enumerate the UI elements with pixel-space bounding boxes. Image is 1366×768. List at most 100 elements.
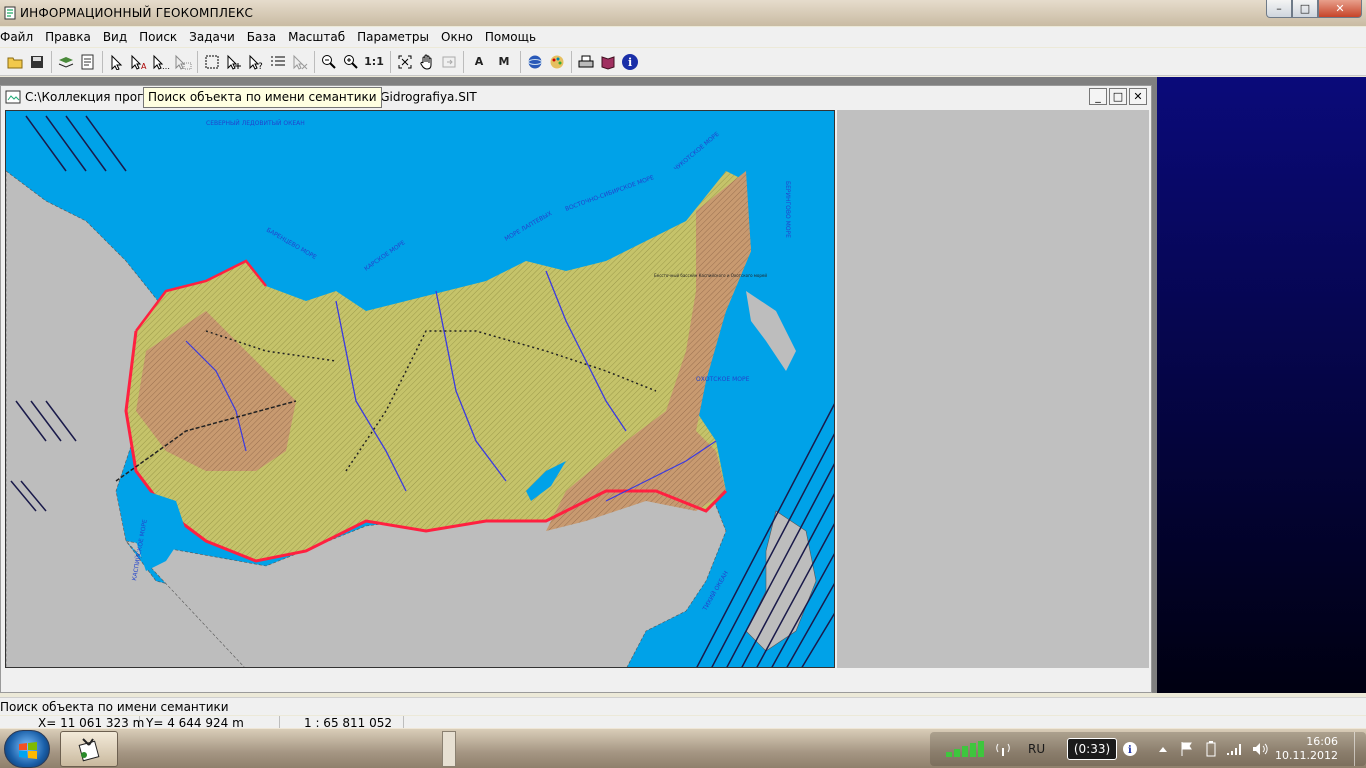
menu-scale[interactable]: Масштаб xyxy=(282,27,351,47)
measure-button[interactable]: M xyxy=(492,51,516,73)
hydrography-map[interactable]: СЕВЕРНЫЙ ЛЕДОВИТЫЙ ОКЕАН БАРЕНЦЕВО МОРЕ … xyxy=(6,111,835,668)
select-object-icon[interactable] xyxy=(106,51,127,73)
document-minimize-button[interactable]: _ xyxy=(1089,88,1107,105)
title-bar[interactable]: ИНФОРМАЦИОННЫЙ ГЕОКОМПЛЕКС – □ ✕ xyxy=(0,0,1366,26)
map-document-window: C:\Коллекция прогр...атические\Природа\Г… xyxy=(0,85,1152,693)
system-tray: RU (0:33) i 16:06 10.11.2012 xyxy=(930,732,1366,766)
fit-window-icon[interactable] xyxy=(394,51,415,73)
wireless-icon[interactable] xyxy=(994,732,1012,766)
label-text-button[interactable]: A xyxy=(467,51,491,73)
toolbar-separator xyxy=(197,50,198,73)
status-scale: 1 : 65 811 052 xyxy=(280,716,404,728)
pan-hand-icon[interactable] xyxy=(416,51,437,73)
toolbar-separator xyxy=(390,50,391,73)
svg-text:…: … xyxy=(162,62,170,70)
maximize-button[interactable]: □ xyxy=(1292,0,1318,18)
frame-select-icon[interactable] xyxy=(201,51,222,73)
window-controls: – □ ✕ xyxy=(1266,0,1362,18)
window-title: ИНФОРМАЦИОННЫЙ ГЕОКОМПЛЕКС xyxy=(20,6,254,20)
clock-time: 16:06 xyxy=(1306,735,1338,748)
document-maximize-button[interactable]: □ xyxy=(1109,88,1127,105)
map-document-icon xyxy=(5,90,21,104)
svg-text:i: i xyxy=(1128,745,1132,756)
menu-view[interactable]: Вид xyxy=(97,27,133,47)
save-icon[interactable] xyxy=(26,51,47,73)
app-icon xyxy=(4,6,16,20)
close-button[interactable]: ✕ xyxy=(1318,0,1362,18)
open-folder-icon[interactable] xyxy=(4,51,25,73)
select-more-icon[interactable]: … xyxy=(150,51,171,73)
toolbar-separator xyxy=(51,50,52,73)
toolbar-separator xyxy=(571,50,572,73)
globe-icon[interactable] xyxy=(524,51,545,73)
windows-logo-icon xyxy=(19,742,37,759)
menu-search[interactable]: Поиск xyxy=(133,27,183,47)
svg-text:?: ? xyxy=(258,62,263,70)
select-grid-icon[interactable] xyxy=(172,51,193,73)
document-list-icon[interactable] xyxy=(77,51,98,73)
layers-icon[interactable] xyxy=(55,51,76,73)
forward-icon[interactable] xyxy=(438,51,459,73)
action-center-flag-icon[interactable] xyxy=(1180,732,1194,766)
signal-strength-icon[interactable] xyxy=(944,732,988,766)
taskbar-scroll[interactable] xyxy=(442,731,456,767)
basin-annotation: Бессточный бассейн Каспийского и Охотско… xyxy=(654,273,767,278)
geokompleks-app-icon xyxy=(78,738,100,762)
clock[interactable]: 16:06 10.11.2012 xyxy=(1275,732,1338,766)
power-icon[interactable] xyxy=(1206,732,1216,766)
query-object-icon[interactable]: ? xyxy=(245,51,266,73)
label-text-glyph: A xyxy=(474,55,484,68)
add-object-icon[interactable] xyxy=(223,51,244,73)
taskbar-app-geokompleks[interactable] xyxy=(60,731,118,767)
info-tray-icon[interactable]: i xyxy=(1122,732,1138,766)
app-window: ИНФОРМАЦИОННЫЙ ГЕОКОМПЛЕКС – □ ✕ Файл Пр… xyxy=(0,0,1366,728)
menu-bar: Файл Правка Вид Поиск Задачи База Масшта… xyxy=(0,27,1366,47)
cancel-select-icon[interactable] xyxy=(289,51,310,73)
print-icon[interactable] xyxy=(575,51,596,73)
measure-glyph: M xyxy=(498,55,510,68)
svg-text:A: A xyxy=(141,62,147,70)
label-okhotsk-sea: ОХОТСКОЕ МОРЕ xyxy=(696,376,750,383)
zoom-in-icon[interactable] xyxy=(340,51,361,73)
status-bar: X= 11 061 323 m Y= 4 644 924 m 1 : 65 81… xyxy=(0,716,1366,728)
select-by-semantics-icon[interactable]: A xyxy=(128,51,149,73)
minimize-button[interactable]: – xyxy=(1266,0,1292,18)
toolbar-separator xyxy=(520,50,521,73)
status-x-coordinate: X= 11 061 323 m xyxy=(0,716,144,728)
info-icon[interactable]: i xyxy=(619,51,640,73)
network-signal-icon[interactable] xyxy=(1226,732,1242,766)
status-y-coordinate: Y= 4 644 924 m xyxy=(140,716,280,728)
menu-parameters[interactable]: Параметры xyxy=(351,27,435,47)
mdi-client: C:\Коллекция прогр...атические\Природа\Г… xyxy=(0,77,1366,693)
book-icon[interactable] xyxy=(597,51,618,73)
status-hint: Поиск объекта по имени семантики xyxy=(0,697,1366,715)
menu-base[interactable]: База xyxy=(241,27,282,47)
clock-date: 10.11.2012 xyxy=(1275,749,1338,762)
palette-icon[interactable] xyxy=(546,51,567,73)
label-arctic-ocean: СЕВЕРНЫЙ ЛЕДОВИТЫЙ ОКЕАН xyxy=(206,120,305,127)
list-icon[interactable] xyxy=(267,51,288,73)
toolbar-separator xyxy=(102,50,103,73)
map-canvas[interactable]: СЕВЕРНЫЙ ЛЕДОВИТЫЙ ОКЕАН БАРЕНЦЕВО МОРЕ … xyxy=(5,110,835,668)
svg-text:i: i xyxy=(628,56,632,69)
toolbar-separator xyxy=(463,50,464,73)
menu-file[interactable]: Файл xyxy=(0,27,39,47)
menu-help[interactable]: Помощь xyxy=(479,27,542,47)
document-close-button[interactable]: ✕ xyxy=(1129,88,1147,105)
menu-window[interactable]: Окно xyxy=(435,27,479,47)
toolbar: A … ? 1:1 A M i xyxy=(0,48,1366,76)
mdi-background xyxy=(1157,77,1366,693)
language-indicator[interactable]: RU xyxy=(1028,732,1045,766)
show-desktop-button[interactable] xyxy=(1354,732,1366,766)
zoom-out-icon[interactable] xyxy=(318,51,339,73)
menu-tasks[interactable]: Задачи xyxy=(183,27,241,47)
volume-icon[interactable] xyxy=(1252,732,1268,766)
menu-edit[interactable]: Правка xyxy=(39,27,97,47)
tooltip: Поиск объекта по имени семантики xyxy=(143,87,382,108)
start-button[interactable] xyxy=(4,730,50,768)
show-hidden-icons[interactable] xyxy=(1158,732,1168,766)
battery-indicator[interactable]: (0:33) xyxy=(1067,738,1117,760)
toolbar-separator xyxy=(314,50,315,73)
label-bering-sea: БЕРИНГОВО МОРЕ xyxy=(784,181,791,238)
scale-one-to-one-button[interactable]: 1:1 xyxy=(362,51,386,73)
